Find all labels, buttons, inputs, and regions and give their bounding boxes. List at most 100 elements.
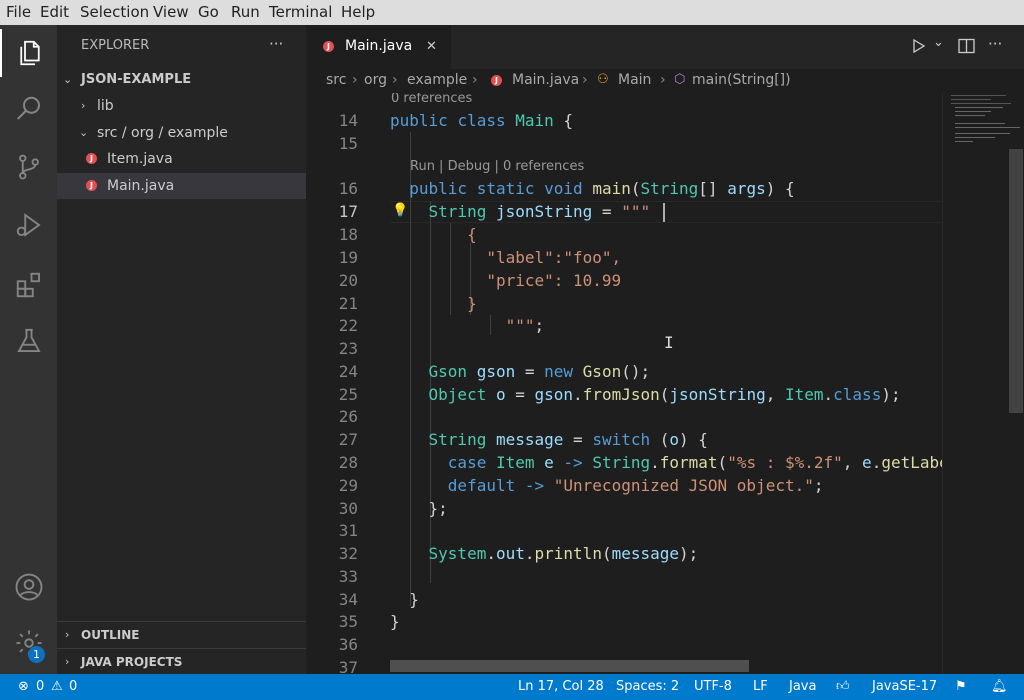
code-token: public (390, 111, 458, 130)
notifications-bell-icon[interactable]: 🔔︎ (991, 679, 1008, 694)
explorer-icon[interactable] (0, 29, 57, 77)
code-line[interactable]: System.out.println(message); (390, 544, 699, 563)
menu-item-view[interactable]: View (153, 3, 189, 21)
code-line[interactable]: }; (390, 499, 448, 518)
testing-flask-icon[interactable] (0, 317, 57, 365)
code-line[interactable]: } (390, 612, 400, 631)
code-token: Item (495, 453, 545, 472)
encoding[interactable]: UTF-8 (694, 679, 732, 694)
more-actions-icon[interactable]: ··· (988, 35, 1002, 53)
class-icon: ⚇ (597, 72, 609, 87)
run-icon[interactable] (910, 38, 926, 58)
code-lens-references[interactable]: 0 references (391, 93, 472, 106)
java-projects-section[interactable]: › JAVA PROJECTS (57, 649, 306, 675)
java-file-icon: J (86, 180, 97, 191)
chevron-down-icon[interactable]: ⌄ (933, 35, 944, 50)
thumbs-up-icon[interactable]: 👍︎ (836, 679, 850, 694)
outline-section[interactable]: › OUTLINE (57, 622, 306, 648)
line-number: 24 (338, 362, 358, 381)
code-token: """ (621, 202, 651, 221)
breadcrumb-file[interactable]: Main.java (512, 72, 579, 88)
menu-item-run[interactable]: Run (231, 3, 260, 21)
code-line[interactable]: Object o = gson.fromJson(jsonString, Ite… (390, 385, 901, 404)
language-mode[interactable]: Java (789, 679, 816, 694)
code-line[interactable]: { (390, 225, 477, 244)
code-line[interactable]: public class Main { (390, 111, 573, 130)
tree-item-main-java[interactable]: J Main.java (57, 173, 306, 199)
line-number: 19 (338, 248, 358, 267)
source-control-icon[interactable] (0, 143, 57, 191)
chevron-right-icon: › (352, 72, 358, 88)
code-line[interactable]: String jsonString = """ (390, 202, 651, 221)
code-editor[interactable]: 0 references Run | Debug | 0 references … (306, 93, 942, 674)
code-line[interactable]: public static void main(String[] args) { (390, 179, 794, 198)
menu-item-go[interactable]: Go (198, 3, 219, 21)
tab-main-java[interactable]: J Main.java ✕ (306, 25, 451, 69)
menu-item-file[interactable]: File (6, 3, 31, 21)
line-number: 32 (338, 544, 358, 563)
java-runtime[interactable]: JavaSE-17 (872, 679, 937, 694)
breadcrumb-method[interactable]: main(String[]) (692, 72, 791, 88)
horizontal-scrollbar-thumb[interactable] (390, 660, 749, 672)
breadcrumb-src[interactable]: src (326, 72, 346, 88)
code-token: ) { (679, 430, 708, 449)
menu-item-edit[interactable]: Edit (40, 3, 69, 21)
breadcrumb-class[interactable]: Main (618, 72, 651, 88)
code-token: println (534, 544, 602, 563)
code-token: ( (717, 453, 728, 472)
code-line[interactable]: String message = switch (o) { (390, 430, 708, 449)
code-line[interactable]: } (390, 294, 477, 313)
feedback-icon[interactable]: ⚑ (955, 679, 967, 694)
code-token: { (390, 225, 477, 244)
code-token: format (659, 453, 718, 472)
menu-item-terminal[interactable]: Terminal (269, 3, 332, 21)
settings-gear-icon[interactable] (0, 619, 57, 667)
run-debug-icon[interactable] (0, 201, 57, 249)
java-file-icon: J (86, 153, 97, 164)
activity-bar (0, 25, 57, 674)
code-line[interactable]: "price": 10.99 (390, 271, 621, 290)
code-token: public (390, 179, 477, 198)
tree-item-item-java[interactable]: J Item.java (57, 146, 306, 172)
code-token: case (390, 453, 496, 472)
error-count[interactable]: 0 (36, 679, 44, 694)
line-number: 33 (338, 567, 358, 586)
code-token: . (524, 544, 535, 563)
more-actions-icon[interactable]: ··· (269, 35, 283, 53)
chevron-right-icon: › (392, 72, 398, 88)
code-token: = (505, 385, 535, 404)
project-folder[interactable]: ⌄ JSON-EXAMPLE (57, 67, 306, 93)
tree-item-lib[interactable]: › lib (57, 93, 306, 119)
code-token: { (553, 111, 574, 130)
code-line[interactable]: default -> "Unrecognized JSON object."; (390, 476, 824, 495)
extensions-icon[interactable] (0, 261, 57, 309)
accounts-icon[interactable] (0, 563, 57, 611)
line-ending[interactable]: LF (753, 679, 768, 694)
indentation[interactable]: Spaces: 2 (616, 679, 679, 694)
code-line[interactable]: Gson gson = new Gson(); (390, 362, 651, 381)
menu-item-selection[interactable]: Selection (80, 3, 149, 21)
split-editor-icon[interactable] (958, 38, 975, 58)
search-icon[interactable] (0, 85, 57, 133)
code-lens-run-debug[interactable]: Run | Debug | 0 references (410, 159, 584, 174)
line-number: 36 (338, 635, 358, 654)
code-token: } (390, 294, 477, 313)
close-icon[interactable]: ✕ (426, 39, 437, 54)
vertical-scrollbar-thumb[interactable] (1009, 149, 1023, 413)
code-line[interactable]: case Item e -> String.format("%s : $%.2f… (390, 453, 942, 472)
chevron-down-icon: ⌄ (79, 126, 89, 139)
menu-item-help[interactable]: Help (341, 3, 375, 21)
line-number: 17 (338, 202, 358, 221)
breadcrumb-org[interactable]: org (364, 72, 387, 88)
code-token: Gson (390, 362, 477, 381)
code-line[interactable]: "label":"foo", (390, 248, 621, 267)
minimap[interactable] (942, 93, 1024, 674)
tree-item-src[interactable]: ⌄ src / org / example (57, 120, 306, 146)
breadcrumb-example[interactable]: example (407, 72, 467, 88)
code-line[interactable]: } (390, 590, 419, 609)
cursor-position[interactable]: Ln 17, Col 28 (518, 679, 604, 694)
code-line[interactable]: """; (390, 316, 545, 335)
code-token: o (495, 385, 506, 404)
code-token: ; (813, 476, 824, 495)
warning-count[interactable]: 0 (69, 679, 77, 694)
